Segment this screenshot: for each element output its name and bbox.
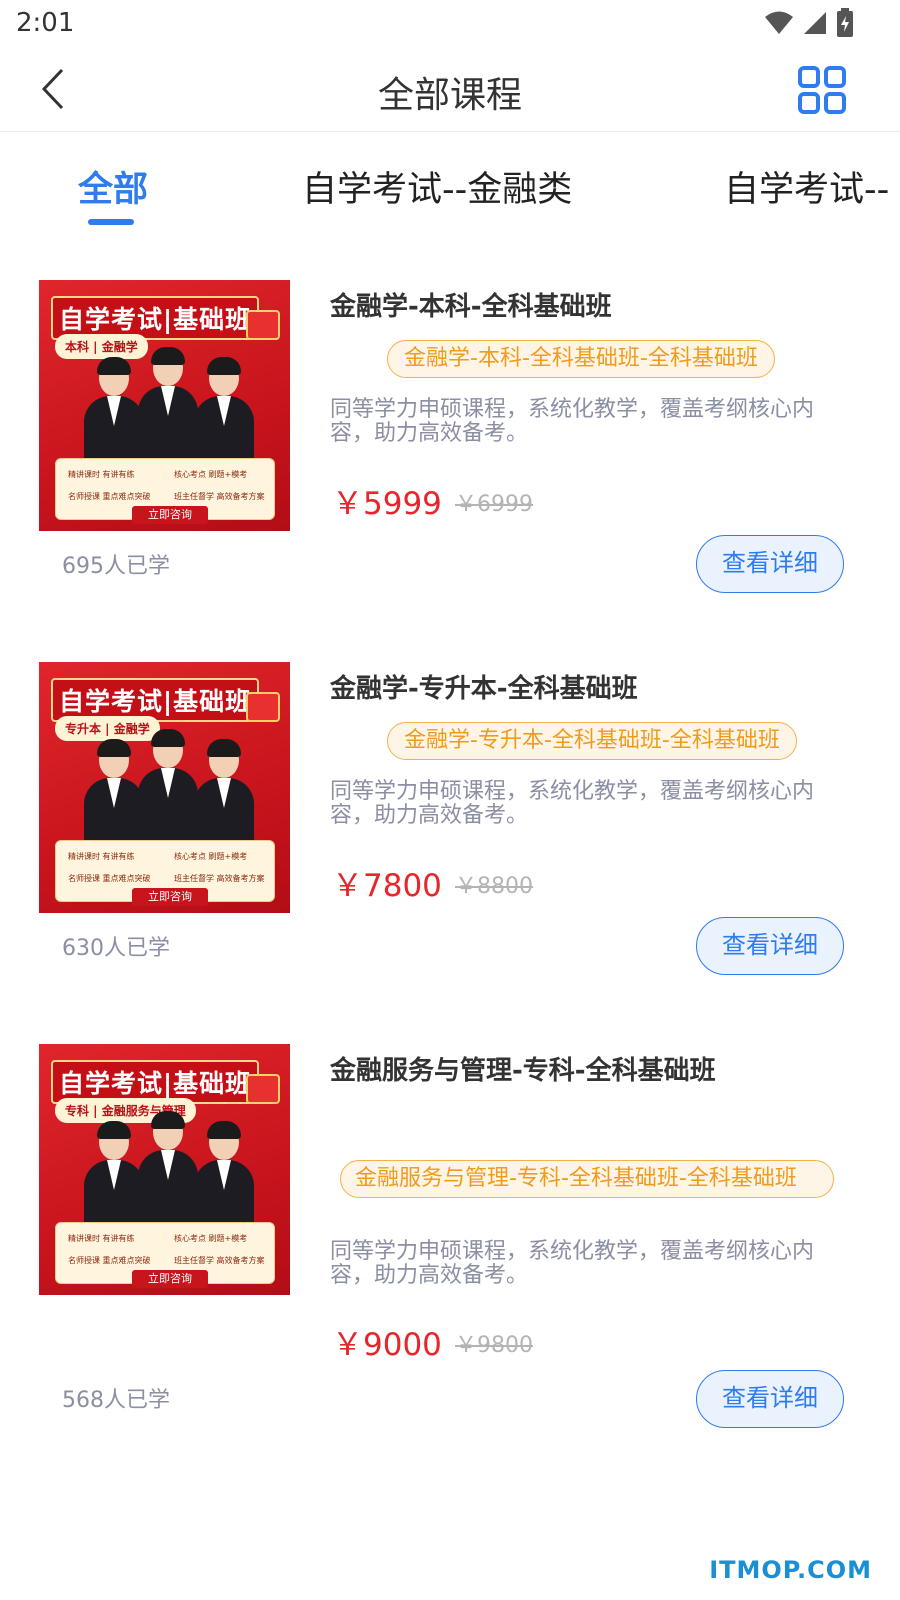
grid-menu-button[interactable] [798, 66, 846, 114]
battery-icon [837, 8, 853, 37]
watermark: ITMOP.COM [709, 1556, 872, 1584]
gift-icon [246, 1074, 280, 1104]
wifi-icon [765, 11, 793, 34]
course-original-price: ￥8800 [455, 874, 533, 899]
cover-feature: 名师授课 重点难点突破 [68, 874, 151, 883]
gift-icon [246, 692, 280, 722]
status-bar: 2:01 [0, 0, 900, 48]
course-description: 同等学力申硕课程，系统化教学，覆盖考纲核心内容，助力高效备考。 [330, 779, 815, 828]
status-icons [764, 8, 854, 38]
course-price: ￥5999 [332, 486, 442, 522]
course-tag: 金融学-本科-全科基础班-全科基础班 [387, 340, 775, 378]
cover-feature: 精讲课时 有讲有练 [68, 852, 135, 861]
category-tabs: 全部 自学考试--金融类 自学考试-- [0, 133, 900, 233]
cover-feature: 班主任督学 高效备考方案 [174, 492, 265, 501]
view-detail-button[interactable]: 查看详细 [696, 1370, 844, 1428]
cover-feature: 精讲课时 有讲有练 [68, 1234, 135, 1243]
course-price: ￥7800 [332, 868, 442, 904]
cover-feature: 核心考点 刷题+模考 [174, 852, 248, 861]
course-tag: 金融学-专升本-全科基础班-全科基础班 [387, 722, 797, 760]
learner-count: 568人已学 [62, 1388, 170, 1413]
course-original-price: ￥9800 [455, 1333, 533, 1358]
course-title: 金融服务与管理-专科-全科基础班 [330, 1056, 716, 1086]
view-detail-button[interactable]: 查看详细 [696, 917, 844, 975]
cover-feature: 核心考点 刷题+模考 [174, 1234, 248, 1243]
cover-consult-label: 立即咨询 [132, 1270, 208, 1288]
course-card[interactable]: 自学考试|基础班 专升本 | 金融学 精讲课时 有讲有练 核心考点 刷题+模考 … [0, 662, 900, 1032]
cover-consult-label: 立即咨询 [132, 888, 208, 906]
course-cover-image[interactable]: 自学考试|基础班 本科 | 金融学 精讲课时 有讲有练 核心考点 刷题+模考 名… [39, 280, 290, 531]
cover-feature: 精讲课时 有讲有练 [68, 470, 135, 479]
cover-consult-label: 立即咨询 [132, 506, 208, 524]
grid-icon [798, 66, 846, 114]
tab-finance[interactable]: 自学考试--金融类 [302, 161, 572, 212]
signal-icon [804, 12, 826, 34]
course-title: 金融学-本科-全科基础班 [330, 292, 612, 322]
gift-icon [246, 310, 280, 340]
course-cover-image[interactable]: 自学考试|基础班 专科 | 金融服务与管理 精讲课时 有讲有练 核心考点 刷题+… [39, 1044, 290, 1295]
nav-bar: 全部课程 [0, 48, 900, 132]
page-title: 全部课程 [377, 75, 522, 116]
course-description: 同等学力申硕课程，系统化教学，覆盖考纲核心内容，助力高效备考。 [330, 1239, 815, 1288]
course-original-price: ￥6999 [455, 492, 533, 517]
cover-feature: 名师授课 重点难点突破 [68, 1256, 151, 1265]
course-title: 金融学-专升本-全科基础班 [330, 674, 638, 704]
course-tag: 金融服务与管理-专科-全科基础班-全科基础班 [340, 1160, 834, 1198]
learner-count: 695人已学 [62, 554, 170, 579]
course-description: 同等学力申硕课程，系统化教学，覆盖考纲核心内容，助力高效备考。 [330, 397, 815, 446]
cover-feature: 名师授课 重点难点突破 [68, 492, 151, 501]
course-card[interactable]: 自学考试|基础班 本科 | 金融学 精讲课时 有讲有练 核心考点 刷题+模考 名… [0, 280, 900, 650]
cover-feature: 班主任督学 高效备考方案 [174, 1256, 265, 1265]
cover-feature: 班主任督学 高效备考方案 [174, 874, 265, 883]
active-tab-indicator [88, 219, 134, 225]
course-card[interactable]: 自学考试|基础班 专科 | 金融服务与管理 精讲课时 有讲有练 核心考点 刷题+… [0, 1044, 900, 1428]
learner-count: 630人已学 [62, 936, 170, 961]
course-cover-image[interactable]: 自学考试|基础班 专升本 | 金融学 精讲课时 有讲有练 核心考点 刷题+模考 … [39, 662, 290, 913]
tab-all[interactable]: 全部 [78, 161, 148, 212]
course-price: ￥9000 [332, 1327, 442, 1363]
status-time: 2:01 [16, 8, 75, 38]
tab-self-study[interactable]: 自学考试-- [724, 161, 889, 212]
view-detail-button[interactable]: 查看详细 [696, 535, 844, 593]
cover-feature: 核心考点 刷题+模考 [174, 470, 248, 479]
